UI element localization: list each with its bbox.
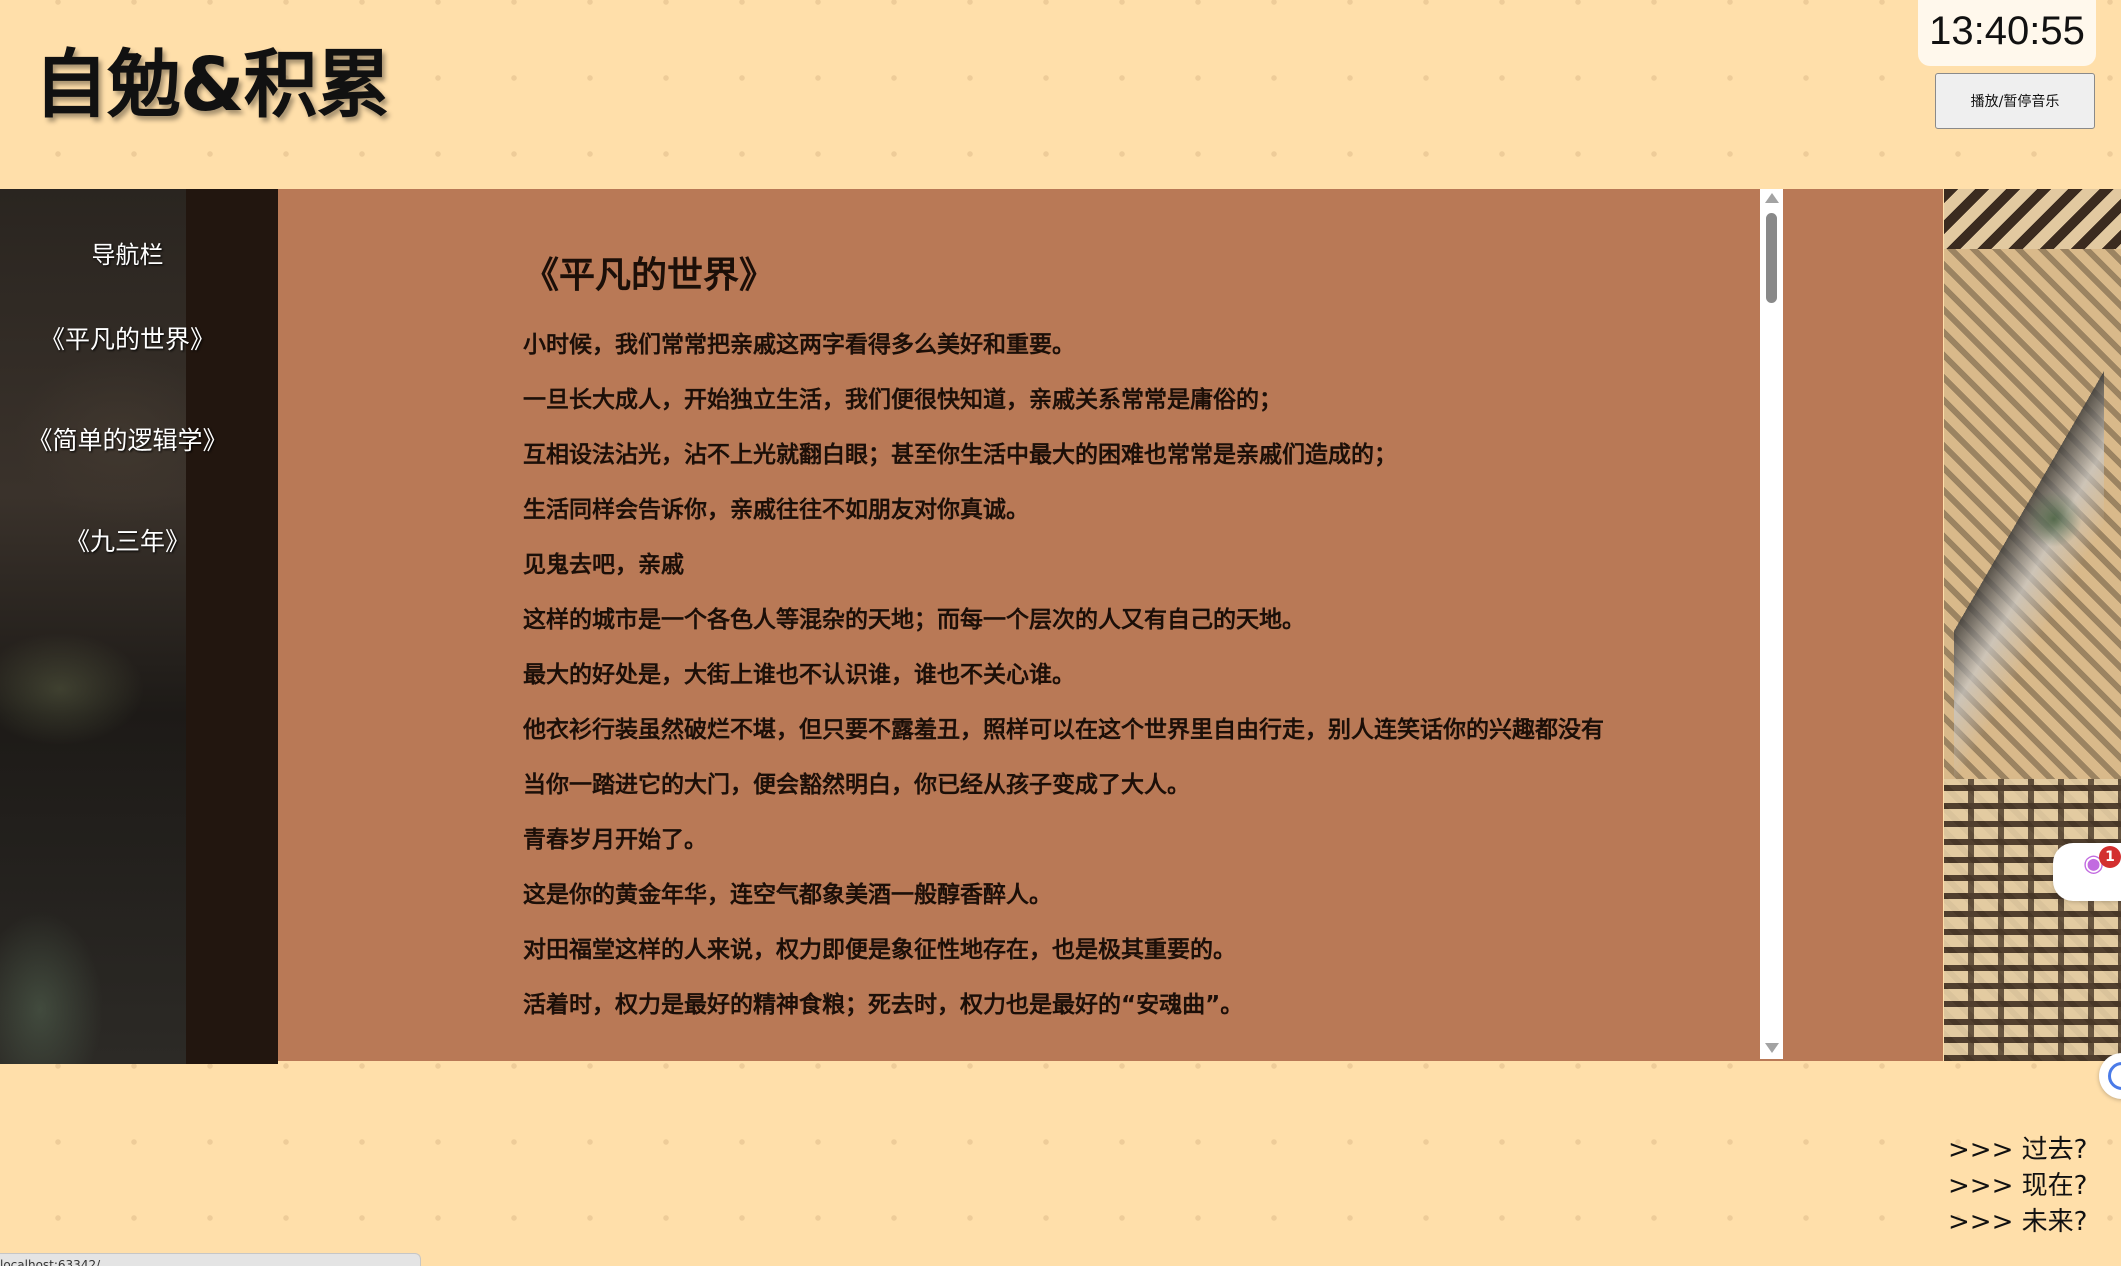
link-past[interactable]: >>> 过去? [1948,1135,2087,1165]
decorative-figure [1954,319,2104,839]
decorative-side-image [1944,189,2121,1061]
sidebar-item-jiandan-de-luojixue[interactable]: 《简单的逻辑学》 [0,421,255,457]
article-line: 见鬼去吧，亲戚 [523,552,684,578]
article-line: 当你一踏进它的大门，便会豁然明白，你已经从孩子变成了大人。 [523,772,1190,798]
article-line: 活着时，权力是最好的精神食粮；死去时，权力也是最好的“安魂曲”。 [523,992,1244,1018]
article-line: 他衣衫行装虽然破烂不堪，但只要不露羞丑，照样可以在这个世界里自由行走，别人连笑话… [523,717,1604,743]
article-line: 一旦长大成人，开始独立生活，我们便很快知道，亲戚关系常常是庸俗的； [523,387,1282,413]
article-line: 青春岁月开始了。 [523,827,707,853]
site-title: 自勉&积累 [34,42,391,128]
article-line: 小时候，我们常常把亲戚这两字看得多么美好和重要。 [523,332,1075,358]
notification-badge: 1 [2099,846,2121,868]
article-line: 这是你的黄金年华，连空气都象美酒一般醇香醉人。 [523,882,1052,908]
article-line: 这样的城市是一个各色人等混杂的天地；而每一个层次的人又有自己的天地。 [523,607,1305,633]
article-scrollbar[interactable] [1760,189,1783,1059]
decorative-pattern-top [1944,189,2121,249]
floating-widget[interactable]: ◉ 1 [2053,843,2121,901]
scroll-up-arrow-icon[interactable] [1765,193,1779,203]
article-title: 《平凡的世界》 [523,255,776,296]
play-pause-music-button[interactable]: 播放/暂停音乐 [1935,73,2095,129]
decorative-pattern-bottom [1944,779,2121,1061]
bottom-links: >>> 过去? >>> 现在? >>> 未来? [1948,1132,2087,1240]
sidebar: 导航栏 《平凡的世界》 《简单的逻辑学》 《九三年》 [0,189,278,1064]
link-present[interactable]: >>> 现在? [1948,1171,2087,1201]
article-line: 最大的好处是，大街上谁也不认识谁，谁也不关心谁。 [523,662,1075,688]
article-line: 生活同样会告诉你，亲戚往往不如朋友对你真诚。 [523,497,1029,523]
sidebar-heading: 导航栏 [91,241,164,269]
article-panel[interactable]: 《平凡的世界》 小时候，我们常常把亲戚这两字看得多么美好和重要。 一旦长大成人，… [278,189,1943,1061]
browser-extension-icon [2108,1062,2121,1090]
article-lines: 小时候，我们常常把亲戚这两字看得多么美好和重要。 一旦长大成人，开始独立生活，我… [523,330,1604,1045]
link-future[interactable]: >>> 未来? [1948,1207,2087,1237]
article: 《平凡的世界》 小时候，我们常常把亲戚这两字看得多么美好和重要。 一旦长大成人，… [523,189,2023,1061]
scroll-down-arrow-icon[interactable] [1765,1043,1779,1053]
clock: 13:40:55 [1918,0,2096,66]
article-line: 互相设法沾光，沾不上光就翻白眼；甚至你生活中最大的困难也常常是亲戚们造成的； [523,442,1397,468]
sidebar-item-jiusan-nian[interactable]: 《九三年》 [0,522,255,558]
scroll-thumb[interactable] [1766,213,1777,303]
article-line: 对田福堂这样的人来说，权力即便是象征性地存在，也是极其重要的。 [523,937,1236,963]
sidebar-item-pingfan-de-shijie[interactable]: 《平凡的世界》 [0,320,255,356]
browser-status-bar: localhost:63342/... [0,1253,421,1266]
